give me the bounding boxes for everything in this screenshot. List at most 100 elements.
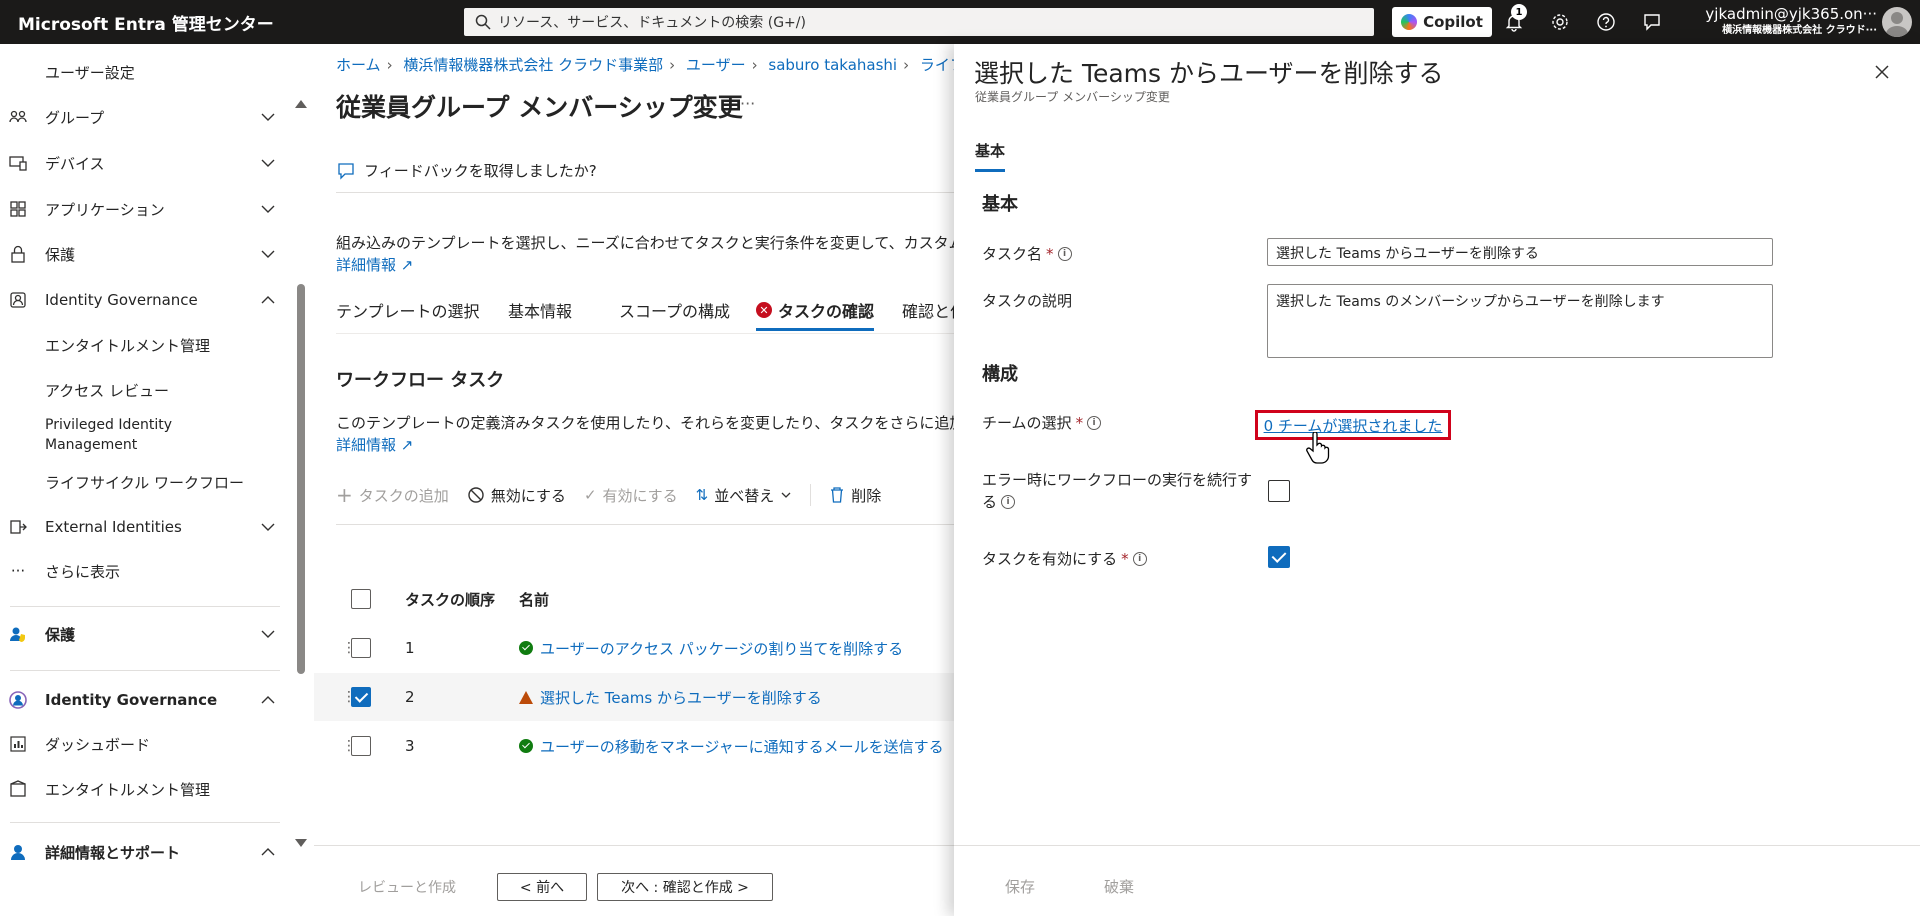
scroll-down-arrow[interactable] [295, 839, 307, 847]
copilot-button[interactable]: Copilot [1392, 7, 1492, 37]
select-teams-link[interactable]: 0 チームが選択されました [1255, 410, 1451, 440]
sidebar-item-applications[interactable]: アプリケーション [0, 189, 290, 229]
review-create-button[interactable]: レビューと作成 [352, 873, 462, 901]
chevron-down-icon [261, 205, 275, 213]
column-header-order[interactable]: タスクの順序 [405, 589, 495, 610]
task-name-input[interactable]: 選択した Teams からユーザーを削除する [1267, 238, 1773, 266]
user-shield-icon [10, 627, 25, 642]
task-name-link[interactable]: 選択した Teams からユーザーを削除する [519, 687, 822, 708]
feedback-link[interactable]: フィードバックを取得しましたか? [336, 160, 597, 181]
close-icon[interactable] [1872, 62, 1892, 82]
learn-more-link[interactable]: 詳細情報 ↗ [336, 254, 413, 275]
table-row[interactable]: ⋮ 3 ユーザーの移動をマネージャーに通知するメールを送信する [314, 722, 954, 770]
next-button[interactable]: 次へ : 確認と作成 > [597, 873, 773, 901]
sidebar-section-identity-governance[interactable]: Identity Governance [0, 680, 290, 720]
avatar[interactable] [1882, 7, 1912, 37]
tab-basics[interactable]: 基本情報 [508, 298, 572, 322]
enable-task-checkbox[interactable] [1268, 546, 1290, 568]
previous-button[interactable]: < 前へ [497, 873, 587, 901]
column-header-name[interactable]: 名前 [519, 589, 549, 610]
feedback-icon [338, 162, 354, 180]
label-line: エラー時にワークフローの実行を続行す [982, 471, 1253, 489]
disable-button[interactable]: 無効にする [467, 485, 566, 506]
tab-basic[interactable]: 基本 [975, 140, 1006, 172]
row-checkbox[interactable] [351, 687, 371, 707]
chevron-up-icon [261, 696, 275, 704]
section-heading-config: 構成 [982, 364, 1018, 385]
tab-review-create[interactable]: 確認と作 [902, 298, 954, 322]
info-icon[interactable]: i [1001, 495, 1016, 509]
scroll-up-arrow[interactable] [295, 100, 307, 108]
tab-scope[interactable]: スコープの構成 [619, 298, 730, 322]
row-checkbox[interactable] [351, 736, 371, 756]
copilot-icon [1401, 14, 1418, 30]
sidebar-item-dashboard[interactable]: ダッシュボード [0, 724, 290, 764]
sidebar-item-label: エンタイトルメント管理 [45, 780, 211, 799]
breadcrumb-user[interactable]: saburo takahashi [768, 56, 897, 74]
info-icon[interactable]: i [1087, 415, 1102, 430]
tab-template-select[interactable]: テンプレートの選択 [336, 298, 480, 322]
identity-governance-icon [9, 691, 27, 709]
sidebar-scrollbar[interactable] [297, 284, 305, 674]
sidebar-item-lifecycle-workflows[interactable]: ライフサイクル ワークフロー [0, 462, 290, 502]
brand-title[interactable]: Microsoft Entra 管理センター [0, 10, 464, 35]
required-mark: * [1075, 413, 1084, 432]
continue-on-error-checkbox[interactable] [1268, 480, 1290, 502]
table-row[interactable]: ⋮ 2 選択した Teams からユーザーを削除する [314, 673, 954, 721]
breadcrumb-users[interactable]: ユーザー [686, 56, 746, 74]
sidebar-item-label: Privileged Identity [45, 417, 173, 433]
row-checkbox[interactable] [351, 638, 371, 658]
sidebar: ユーザー設定 グループ デバイス アプリケーション 保護 Identity Go… [0, 44, 314, 916]
chevron-down-icon [781, 492, 791, 498]
select-all-checkbox[interactable] [351, 589, 371, 609]
breadcrumb-lifecycle[interactable]: ライフ [920, 56, 954, 74]
global-search-input[interactable]: リソース、サービス、ドキュメントの検索 (G+/) [464, 8, 1374, 36]
add-task-button[interactable]: + タスクの追加 [336, 483, 449, 507]
breadcrumb-home[interactable]: ホーム [336, 56, 381, 74]
sidebar-item-identity-governance[interactable]: Identity Governance [0, 280, 290, 320]
sidebar-item-entitlement-management-2[interactable]: エンタイトルメント管理 [0, 769, 290, 809]
sidebar-item-entitlement-management[interactable]: エンタイトルメント管理 [0, 325, 290, 365]
task-description-label: タスクの説明 [982, 292, 1073, 310]
task-description-textarea[interactable]: 選択した Teams のメンバーシップからユーザーを削除します [1267, 284, 1773, 358]
info-icon[interactable]: i [1132, 551, 1147, 566]
discard-button[interactable]: 破棄 [1104, 876, 1134, 897]
info-icon[interactable]: i [1057, 246, 1072, 261]
sort-button[interactable]: ⇅ 並べ替え [696, 485, 793, 506]
identity-governance-icon [10, 292, 26, 308]
chevron-down-icon [261, 250, 275, 258]
task-name-link[interactable]: ユーザーの移動をマネージャーに通知するメールを送信する [519, 736, 944, 757]
account-info[interactable]: yjkadmin@yjk365.on··· 横浜情報機器株式会社 クラウド··· [1697, 4, 1877, 38]
learn-more-label: 詳細情報 [336, 436, 397, 454]
help-button[interactable] [1594, 10, 1618, 34]
package-icon [10, 780, 26, 797]
sidebar-item-external-identities[interactable]: External Identities [0, 507, 290, 547]
sidebar-item-groups[interactable]: グループ [0, 97, 290, 137]
section-title: ワークフロー タスク [336, 370, 505, 391]
sidebar-section-protection[interactable]: 保護 [0, 614, 290, 654]
sidebar-item-pim[interactable]: Privileged Identity Management [0, 411, 290, 461]
sidebar-item-devices[interactable]: デバイス [0, 143, 290, 183]
enable-button[interactable]: ✓ 有効にする [584, 485, 678, 506]
main-content: ホーム › 横浜情報機器株式会社 クラウド事業部 › ユーザー › saburo ta… [314, 44, 954, 916]
save-button[interactable]: 保存 [1005, 876, 1035, 897]
more-options-button[interactable]: ··· [740, 94, 755, 113]
sidebar-section-learn-support[interactable]: 詳細情報とサポート [0, 832, 290, 872]
sidebar-item-user-settings[interactable]: ユーザー設定 [0, 52, 290, 92]
delete-button[interactable]: 削除 [829, 485, 881, 506]
settings-button[interactable] [1548, 10, 1572, 34]
table-row[interactable]: ⋮ 1 ユーザーのアクセス パッケージの割り当てを削除する [314, 624, 954, 672]
section-learn-more-link[interactable]: 詳細情報 ↗ [336, 434, 413, 455]
tab-review-tasks[interactable]: ✕ タスクの確認 [756, 298, 875, 331]
task-name-link[interactable]: ユーザーのアクセス パッケージの割り当てを削除する [519, 638, 903, 659]
sidebar-item-show-more[interactable]: ··· さらに表示 [0, 551, 290, 591]
sidebar-item-access-reviews[interactable]: アクセス レビュー [0, 370, 290, 410]
feedback-icon [1644, 14, 1660, 31]
breadcrumb-tenant[interactable]: 横浜情報機器株式会社 クラウド事業部 [403, 56, 663, 74]
feedback-button[interactable] [1640, 10, 1664, 34]
sidebar-item-protection[interactable]: 保護 [0, 234, 290, 274]
sidebar-item-label: アプリケーション [45, 200, 165, 219]
success-icon [519, 739, 533, 753]
task-order: 3 [405, 737, 415, 755]
chevron-down-icon [261, 159, 275, 167]
